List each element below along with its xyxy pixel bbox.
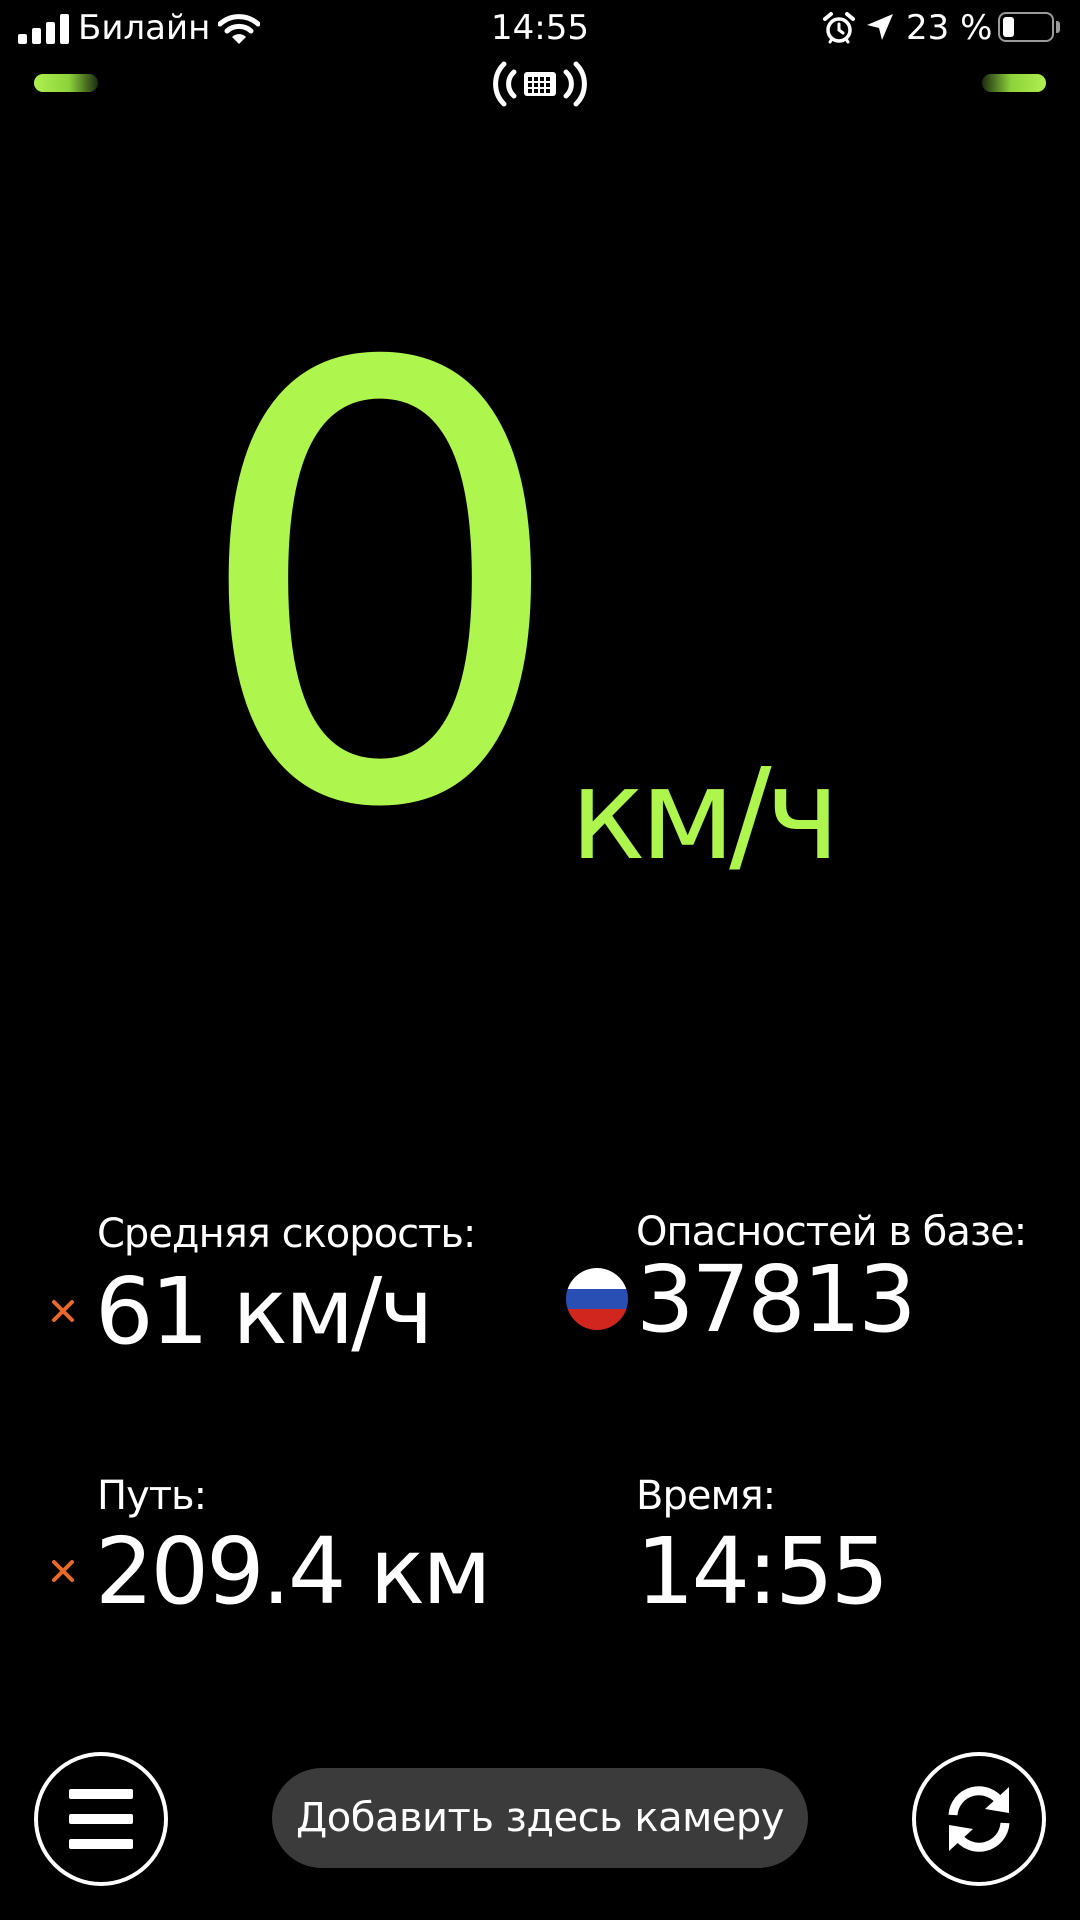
location-arrow-icon xyxy=(867,14,893,40)
menu-button[interactable] xyxy=(34,1752,168,1886)
reset-distance-icon[interactable] xyxy=(48,1556,78,1586)
add-camera-button[interactable]: Добавить здесь камеру xyxy=(272,1768,808,1868)
battery-percent: 23 % xyxy=(906,8,993,48)
battery-level xyxy=(1003,17,1014,37)
speed-unit: км/ч xyxy=(570,741,840,888)
russia-flag-icon xyxy=(566,1268,628,1330)
refresh-icon xyxy=(948,1786,1010,1852)
gps-indicator-left xyxy=(34,74,98,92)
hamburger-menu-icon xyxy=(69,1789,133,1849)
gps-signal-icon xyxy=(493,61,587,107)
battery-icon xyxy=(998,12,1054,42)
refresh-button[interactable] xyxy=(912,1752,1046,1886)
avg-speed-value: 61 км/ч xyxy=(95,1258,434,1365)
avg-speed-label: Средняя скорость: xyxy=(97,1211,476,1257)
time-label: Время: xyxy=(636,1473,776,1519)
hazards-value: 37813 xyxy=(636,1246,917,1353)
distance-value: 209.4 км xyxy=(95,1518,492,1625)
distance-label: Путь: xyxy=(97,1473,207,1519)
battery-tip xyxy=(1056,21,1060,33)
time-value: 14:55 xyxy=(636,1518,889,1625)
status-bar: Билайн 14:55 23 % xyxy=(0,0,1080,60)
alarm-icon xyxy=(823,12,855,44)
reset-avg-speed-icon[interactable] xyxy=(48,1296,78,1326)
current-speed: 0 xyxy=(189,240,571,939)
gps-indicator-right xyxy=(982,74,1046,92)
